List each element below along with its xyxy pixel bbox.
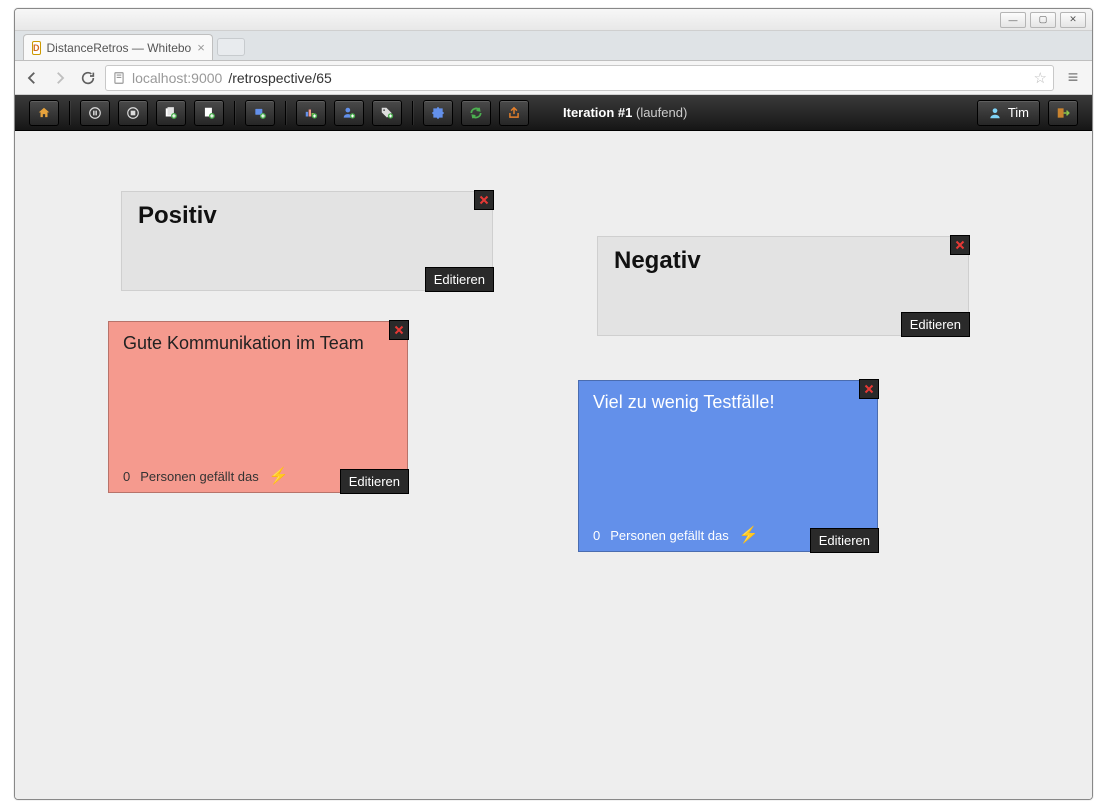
- card-edit-button[interactable]: Editieren: [810, 528, 879, 553]
- window-minimize-button[interactable]: ―: [1000, 12, 1026, 28]
- new-tab-button[interactable]: [217, 38, 245, 56]
- current-user-button[interactable]: Tim: [977, 100, 1040, 126]
- new-note-button[interactable]: [156, 100, 186, 126]
- toolbar-separator: [285, 101, 286, 125]
- card-close-button[interactable]: [859, 379, 879, 399]
- refresh-button[interactable]: [461, 100, 491, 126]
- app-toolbar: Iteration #1 (laufend) Tim: [15, 95, 1092, 131]
- add-tag-button[interactable]: [372, 100, 402, 126]
- panel-title: Positiv: [122, 192, 492, 240]
- pause-button[interactable]: [80, 100, 110, 126]
- puzzle-button[interactable]: [423, 100, 453, 126]
- likes-label: Personen gefällt das: [140, 469, 259, 484]
- url-host: localhost:9000: [132, 70, 222, 86]
- card-close-button[interactable]: [389, 320, 409, 340]
- likes-label: Personen gefällt das: [610, 528, 729, 543]
- new-doc-button[interactable]: [194, 100, 224, 126]
- export-button[interactable]: [499, 100, 529, 126]
- panel-negative[interactable]: Negativ Editieren: [597, 236, 969, 336]
- add-user-button[interactable]: [334, 100, 364, 126]
- card-edit-button[interactable]: Editieren: [340, 469, 409, 494]
- browser-tabstrip: D DistanceRetros — Whitebo ×: [15, 31, 1092, 61]
- user-name: Tim: [1008, 105, 1029, 120]
- os-window: ― ▢ ✕ D DistanceRetros — Whitebo × local…: [14, 8, 1093, 800]
- browser-tab[interactable]: D DistanceRetros — Whitebo ×: [23, 34, 213, 60]
- panel-close-button[interactable]: [950, 235, 970, 255]
- add-card-button[interactable]: [245, 100, 275, 126]
- favicon-icon: D: [32, 41, 41, 55]
- browser-navbar: localhost:9000/retrospective/65 ☆ ≡: [15, 61, 1092, 95]
- window-close-button[interactable]: ✕: [1060, 12, 1086, 28]
- card-text: Gute Kommunikation im Team: [109, 322, 407, 355]
- iteration-title: Iteration #1 (laufend): [563, 105, 687, 120]
- whiteboard-canvas[interactable]: Positiv Editieren Negativ Editieren Gute…: [15, 131, 1092, 799]
- card-negative[interactable]: Viel zu wenig Testfälle! 0 Personen gefä…: [578, 380, 878, 552]
- panel-close-button[interactable]: [474, 190, 494, 210]
- nav-forward-button[interactable]: [49, 67, 71, 89]
- bookmark-star-icon[interactable]: ☆: [1034, 69, 1047, 87]
- url-path: /retrospective/65: [228, 70, 332, 86]
- home-button[interactable]: [29, 100, 59, 126]
- toolbar-separator: [234, 101, 235, 125]
- tab-close-icon[interactable]: ×: [197, 40, 205, 55]
- stop-button[interactable]: [118, 100, 148, 126]
- bolt-icon[interactable]: ⚡: [739, 525, 759, 545]
- bolt-icon[interactable]: ⚡: [269, 466, 289, 486]
- window-maximize-button[interactable]: ▢: [1030, 12, 1056, 28]
- nav-back-button[interactable]: [21, 67, 43, 89]
- panel-positive[interactable]: Positiv Editieren: [121, 191, 493, 291]
- card-text: Viel zu wenig Testfälle!: [579, 381, 877, 414]
- likes-count: 0: [593, 528, 600, 543]
- os-titlebar: ― ▢ ✕: [15, 9, 1092, 31]
- panel-title: Negativ: [598, 237, 968, 285]
- likes-count: 0: [123, 469, 130, 484]
- card-positive[interactable]: Gute Kommunikation im Team 0 Personen ge…: [108, 321, 408, 493]
- site-info-icon[interactable]: [112, 71, 126, 85]
- url-input[interactable]: localhost:9000/retrospective/65 ☆: [105, 65, 1054, 91]
- panel-edit-button[interactable]: Editieren: [901, 312, 970, 337]
- panel-edit-button[interactable]: Editieren: [425, 267, 494, 292]
- tab-title: DistanceRetros — Whitebo: [47, 41, 192, 55]
- logout-button[interactable]: [1048, 100, 1078, 126]
- browser-menu-button[interactable]: ≡: [1060, 66, 1086, 90]
- toolbar-separator: [69, 101, 70, 125]
- nav-reload-button[interactable]: [77, 67, 99, 89]
- toolbar-separator: [412, 101, 413, 125]
- add-chart-button[interactable]: [296, 100, 326, 126]
